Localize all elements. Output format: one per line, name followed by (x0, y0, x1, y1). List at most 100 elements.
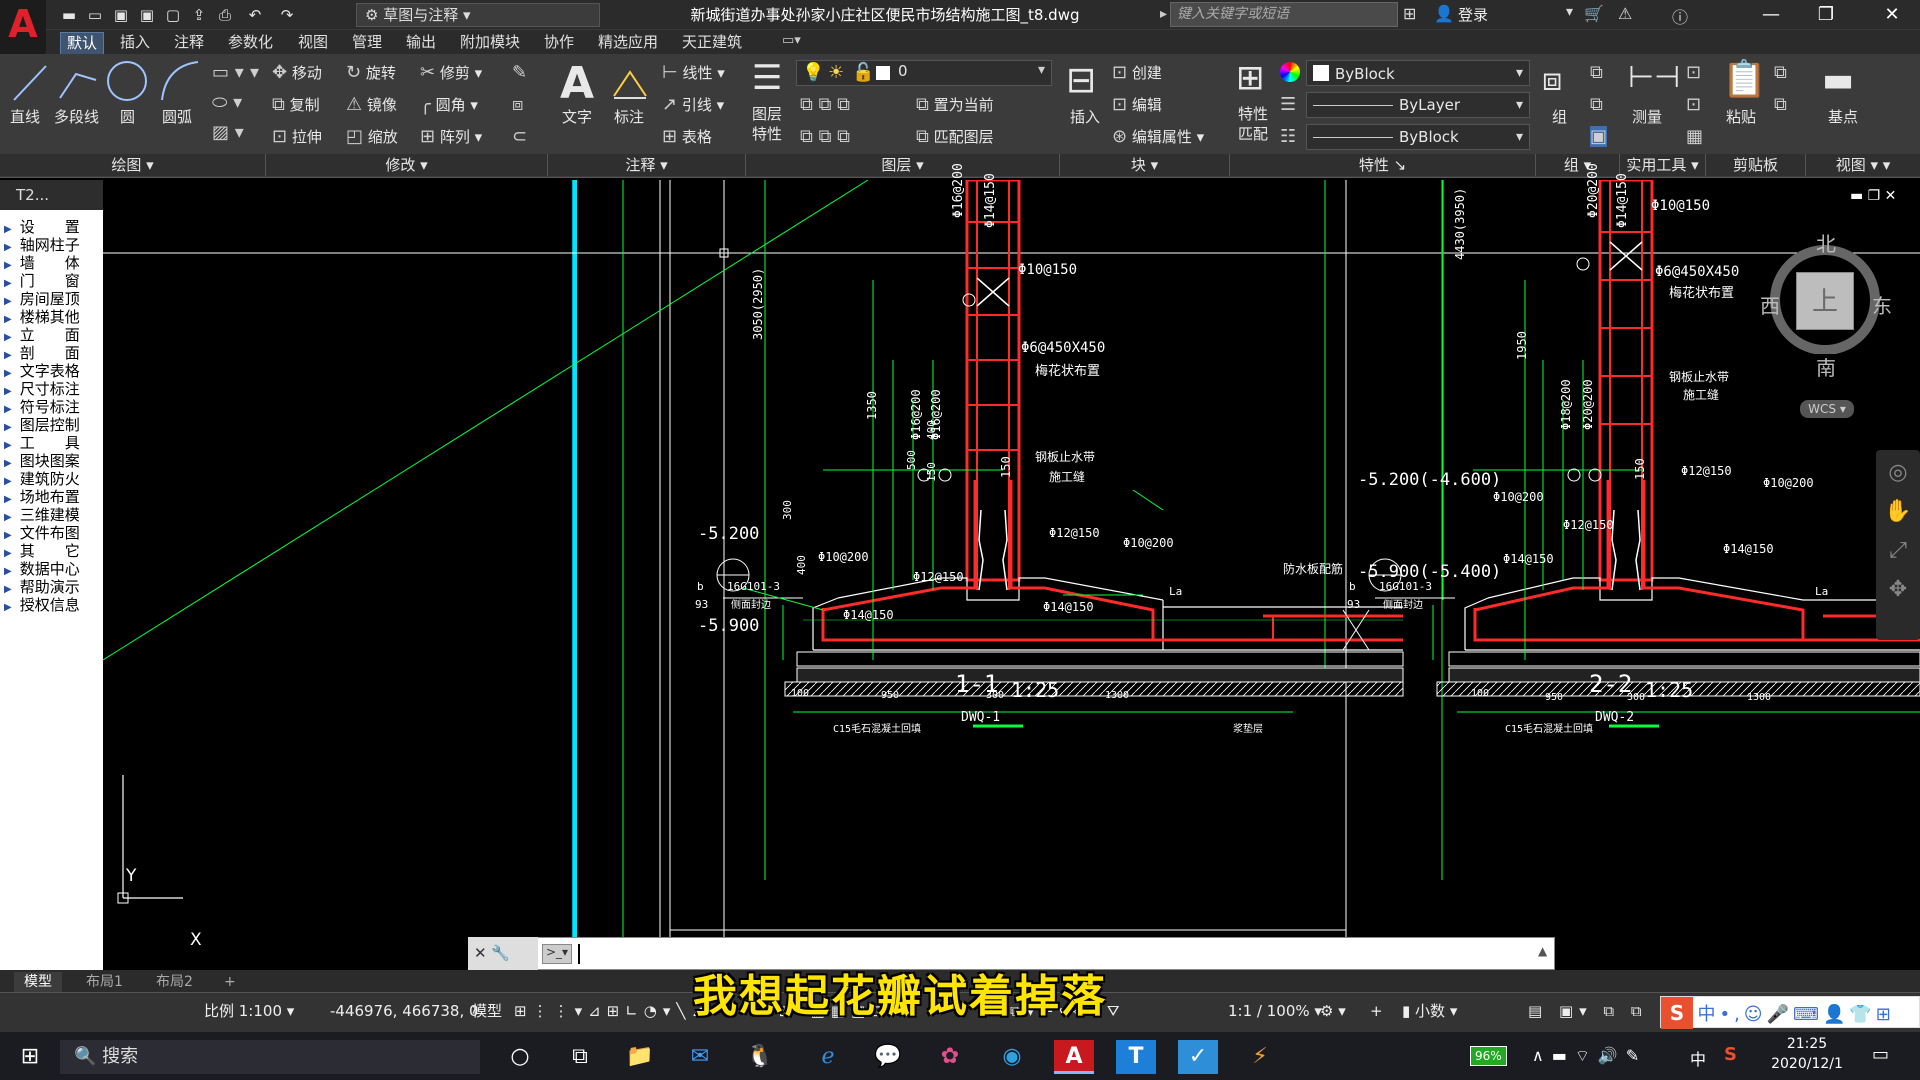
paste-icon[interactable]: 📋 (1722, 58, 1767, 100)
circle-icon[interactable] (104, 58, 150, 104)
sidebar-item[interactable]: ▶ 房间屋顶 (4, 290, 100, 308)
measure-button[interactable]: 测量 (1632, 106, 1662, 127)
tab-addins[interactable]: 附加模块 (454, 32, 526, 54)
dimension-icon[interactable] (610, 62, 650, 102)
match-layer-button[interactable]: ⧉ 匹配图层 (916, 126, 994, 147)
tab-view[interactable]: 视图 (292, 32, 334, 54)
steering-wheel-icon[interactable]: ◎ (1876, 460, 1920, 485)
sidebar-item[interactable]: ▶ 三维建模 (4, 506, 100, 524)
sogou-tray-icon[interactable]: S (1724, 1044, 1737, 1065)
tab-manage[interactable]: 管理 (346, 32, 388, 54)
exchange-icon[interactable]: ⚠ (1618, 4, 1632, 23)
scale-button[interactable]: ◰ 缩放 (346, 126, 398, 147)
sidebar-item[interactable]: ▶ 图层控制 (4, 416, 100, 434)
ime-icons[interactable]: 中•,☺🎤⌨👤👕⊞ (1697, 1004, 1894, 1025)
tab-tangent[interactable]: 天正建筑 (676, 32, 748, 54)
tab-output[interactable]: 输出 (400, 32, 442, 54)
tab-model[interactable]: 模型 (14, 972, 62, 992)
match-properties-button[interactable]: 特性 匹配 (1238, 104, 1268, 144)
sidebar-item[interactable]: ▶ 数据中心 (4, 560, 100, 578)
polyline-button[interactable]: 多段线 (54, 106, 99, 127)
layer-properties-icon[interactable]: ☰ (752, 58, 782, 98)
sidebar-item[interactable]: ▶ 工 具 (4, 434, 100, 452)
model-space-button[interactable]: 模型 (472, 1000, 502, 1022)
layer-tools2-icon[interactable]: ⧉ ⧉ ⧉ (800, 126, 850, 147)
ime-tray[interactable]: 中 (1690, 1046, 1706, 1070)
new-icon[interactable]: ▬ (58, 4, 80, 26)
units-dropdown[interactable]: ▮ 小数 ▾ (1402, 1000, 1457, 1022)
group-select-icon[interactable]: ▣ (1590, 126, 1608, 147)
sidebar-item[interactable]: ▶ 符号标注 (4, 398, 100, 416)
ellipse-icon[interactable]: ⬭ ▾ (212, 92, 242, 113)
viewcube-north[interactable]: 北 (1816, 228, 1836, 257)
ungroup-icon[interactable]: ⧉ (1590, 62, 1603, 83)
clipboard-panel-label[interactable]: 剪贴板 (1706, 154, 1806, 176)
sidebar-item[interactable]: ▶ 场地布置 (4, 488, 100, 506)
login-button[interactable]: 登录 (1458, 4, 1488, 26)
tab-layout1[interactable]: 布局1 (76, 972, 133, 992)
text-button[interactable]: 文字 (562, 106, 592, 127)
properties-panel-label[interactable]: 特性 ↘ (1230, 154, 1536, 176)
viewport-controls[interactable]: ▬ ❐ ✕ (1850, 188, 1896, 204)
erase-icon[interactable]: ✎ (512, 62, 527, 83)
insert-button[interactable]: 插入 (1070, 106, 1100, 127)
edge-icon[interactable]: ◉ (992, 1040, 1032, 1074)
sidebar-item[interactable]: ▶ 文件布图 (4, 524, 100, 542)
clock[interactable]: 21:25 2020/12/1 (1762, 1034, 1852, 1074)
stretch-button[interactable]: ⊡ 拉伸 (272, 126, 322, 147)
trim-button[interactable]: ✂ 修剪 ▾ (420, 62, 482, 83)
copy-button[interactable]: ⧉ 复制 (272, 94, 320, 115)
group-panel-label[interactable]: 组 ▾ (1536, 154, 1620, 176)
view-panel-label[interactable]: 视图 ▾ ▾ (1806, 154, 1920, 176)
line-icon[interactable] (10, 60, 50, 106)
fillet-button[interactable]: ╭ 圆角 ▾ (420, 94, 478, 115)
sidebar-header[interactable]: T2... (0, 180, 103, 210)
base-point-button[interactable]: 基点 (1828, 106, 1858, 127)
ribbon-toggle-icon[interactable]: ▭▾ (782, 33, 801, 48)
line-button[interactable]: 直线 (10, 106, 40, 127)
set-current-button[interactable]: ⧉ 置为当前 (916, 94, 994, 115)
create-block-button[interactable]: ⊡ 创建 (1112, 62, 1162, 83)
photos-icon[interactable]: ✿ (930, 1040, 970, 1074)
navigation-bar[interactable]: ◎ ✋ ⤢ ✥ (1876, 450, 1920, 640)
sidebar-item[interactable]: ▶ 其 它 (4, 542, 100, 560)
notification-icon[interactable]: ▭ (1872, 1044, 1889, 1065)
copy-clip-icon[interactable]: ⧉ (1774, 94, 1787, 115)
settings-icon[interactable]: ⚙ ▾ (1320, 1000, 1346, 1022)
viewcube-west[interactable]: 西 (1760, 290, 1780, 319)
arc-button[interactable]: 圆弧 (162, 106, 192, 127)
sidebar-item[interactable]: ▶ 立 面 (4, 326, 100, 344)
rotate-button[interactable]: ↻ 旋转 (346, 62, 396, 83)
rectangle-icon[interactable]: ▭ ▾ (212, 62, 244, 83)
lineweight-dropdown[interactable]: ByBlock ▾ (1306, 124, 1530, 150)
paste-button[interactable]: 粘贴 (1726, 106, 1756, 127)
search-input[interactable]: 键入关键字或短语 (1170, 2, 1398, 27)
calculator-icon[interactable]: ▦ (1686, 126, 1703, 147)
linetype-dropdown[interactable]: ByLayer ▾ (1306, 92, 1530, 118)
draw-panel-label[interactable]: 绘图 ▾ (0, 154, 266, 176)
undo-icon[interactable]: ↶ (244, 4, 266, 26)
sidebar-item[interactable]: ▶ 设 置 (4, 218, 100, 236)
coordinates-readout[interactable]: -446976, 466738, 0 (330, 1000, 479, 1022)
tab-insert[interactable]: 插入 (114, 32, 156, 54)
app-icon[interactable]: ⚡ (1240, 1040, 1280, 1074)
minimize-button[interactable]: — (1745, 0, 1797, 30)
plot-icon[interactable]: ▢ (162, 4, 184, 26)
qq-icon[interactable]: 🐧 (740, 1040, 780, 1074)
save-icon[interactable]: ▣ (110, 4, 132, 26)
t-app-icon[interactable]: T (1116, 1040, 1156, 1074)
save-as-icon[interactable]: ▣ (136, 4, 158, 26)
offset-icon[interactable]: ⊂ (512, 126, 527, 147)
select-all-icon[interactable]: ⊡ (1686, 94, 1701, 115)
taskbar-search[interactable]: 🔍 搜索 (60, 1040, 480, 1074)
viewcube-top-face[interactable]: 上 (1796, 272, 1854, 330)
tab-featured-apps[interactable]: 精选应用 (592, 32, 664, 54)
battery-indicator[interactable]: 96% (1470, 1046, 1507, 1066)
tab-parametric[interactable]: 参数化 (222, 32, 279, 54)
tab-default[interactable]: 默认 (60, 32, 105, 54)
ie-icon[interactable]: ℯ (808, 1040, 848, 1074)
tab-layout2[interactable]: 布局2 (146, 972, 203, 992)
section-1-1[interactable] (103, 180, 1404, 728)
viewcube-east[interactable]: 东 (1872, 290, 1892, 319)
ime-toolbar[interactable]: S 中•,☺🎤⌨👤👕⊞ (1660, 996, 1920, 1029)
